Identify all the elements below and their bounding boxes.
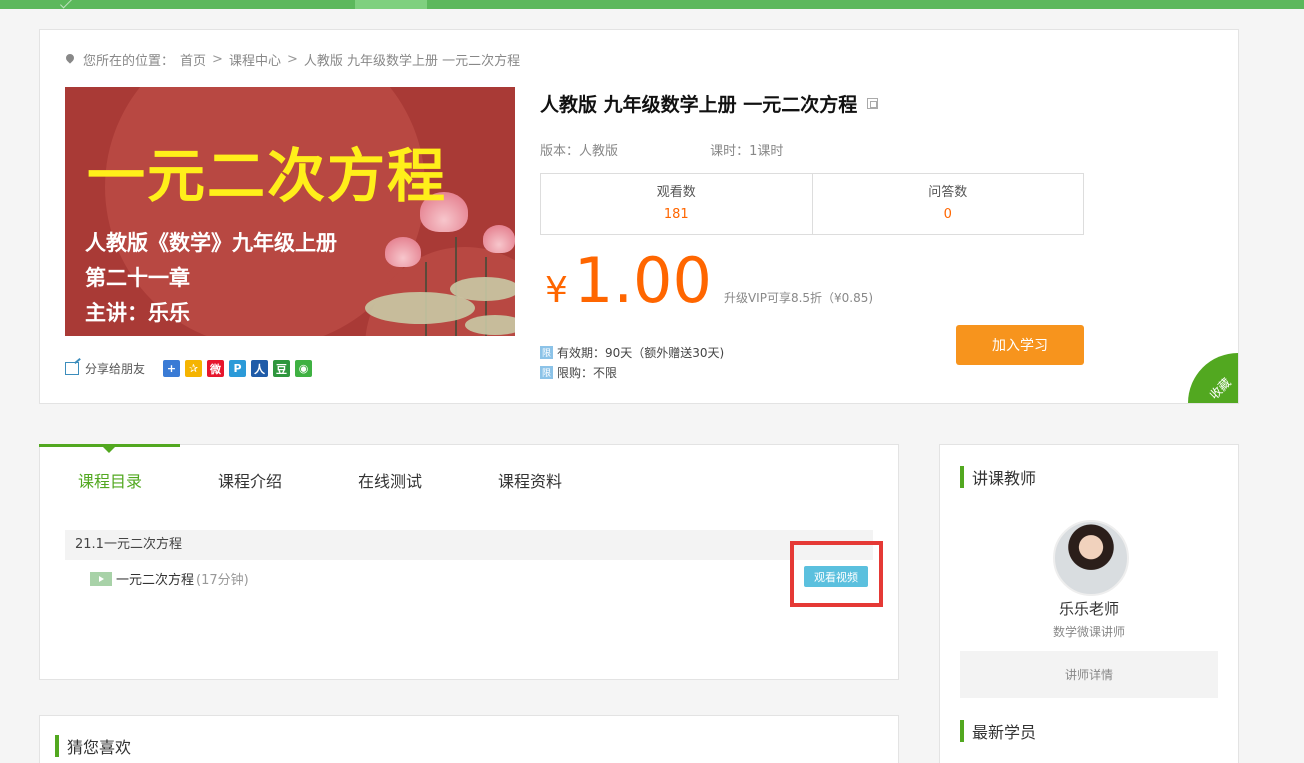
share-label[interactable]: 分享给朋友 <box>85 360 145 377</box>
teacher-heading: 讲课教师 <box>960 465 1036 489</box>
lesson-duration: (17分钟) <box>196 573 249 588</box>
copy-icon[interactable] <box>867 98 879 109</box>
cover-chapter: 第二十一章 <box>85 266 190 290</box>
renren-icon[interactable]: 人 <box>251 360 269 377</box>
purchase-limit-row: 限 限购：不限 <box>540 364 617 381</box>
breadcrumb-separator: > <box>286 52 298 67</box>
cover-subtitle: 人教版《数学》九年级上册 <box>85 231 337 255</box>
validity-row: 限 有效期：90天（额外赠送30天) <box>540 344 724 361</box>
chapter-row: 21.1一元二次方程 <box>65 530 873 560</box>
add-share-icon[interactable]: + <box>163 360 181 377</box>
teacher-card: 讲课教师 乐乐老师 数学微课讲师 讲师详情 最新学员 <box>939 444 1239 763</box>
breadcrumb-separator: > <box>212 52 223 67</box>
lesson-row[interactable]: 一元二次方程 (17分钟) <box>90 569 249 588</box>
breadcrumb-course-center[interactable]: 课程中心 <box>229 50 281 69</box>
lesson-title[interactable]: 一元二次方程 <box>116 569 194 588</box>
lesson-count-text: 课时：1课时 <box>710 144 784 159</box>
join-study-button[interactable]: 加入学习 <box>956 325 1084 365</box>
nav-active-segment[interactable] <box>355 0 427 9</box>
teacher-name[interactable]: 乐乐老师 <box>940 598 1238 619</box>
tab-materials[interactable]: 课程资料 <box>498 468 562 492</box>
questions-label: 问答数 <box>928 185 968 200</box>
students-title: 最新学员 <box>972 723 1037 742</box>
play-icon[interactable] <box>90 571 112 586</box>
recommendations-card: 猜您喜欢 <box>39 715 899 763</box>
price-amount: 1.00 <box>573 244 712 317</box>
top-nav-bar <box>0 0 1304 9</box>
questions-value: 0 <box>943 207 952 222</box>
course-title: 人教版 九年级数学上册 一元二次方程 <box>540 94 858 116</box>
cover-title: 一元二次方程 <box>87 142 448 210</box>
breadcrumb: 您所在的位置： 首页 > 课程中心 > 人教版 九年级数学上册 一元二次方程 <box>65 50 520 69</box>
nav-chevron-icon <box>59 0 73 9</box>
teacher-detail-button[interactable]: 讲师详情 <box>960 651 1218 698</box>
recommendations-heading: 猜您喜欢 <box>55 734 131 758</box>
views-label: 观看数 <box>656 185 696 200</box>
course-title-row: 人教版 九年级数学上册 一元二次方程 <box>540 90 879 117</box>
tab-intro[interactable]: 课程介绍 <box>218 468 282 492</box>
heading-accent-bar <box>960 466 964 488</box>
teacher-role: 数学微课讲师 <box>1052 625 1125 639</box>
questions-stat: 问答数 0 <box>811 174 1084 234</box>
recommendations-title: 猜您喜欢 <box>67 738 132 757</box>
teacher-section-title: 讲课教师 <box>972 469 1037 488</box>
tencent-weibo-icon[interactable]: P <box>229 360 247 377</box>
course-meta: 版本：人教版 课时：1课时 <box>540 140 783 159</box>
currency-symbol: ¥ <box>545 270 568 311</box>
wechat-icon[interactable]: ◉ <box>295 360 313 377</box>
limit-icon: 限 <box>540 366 553 379</box>
heading-accent-bar <box>55 735 59 757</box>
douban-icon[interactable]: 豆 <box>273 360 291 377</box>
course-tabs: 课程目录 课程介绍 在线测试 课程资料 <box>39 444 898 511</box>
course-content-card: 课程目录 课程介绍 在线测试 课程资料 21.1一元二次方程 一元二次方程 (1… <box>39 444 899 680</box>
hourglass-icon: 限 <box>540 346 553 359</box>
students-heading: 最新学员 <box>960 719 1036 743</box>
social-share-icons: + ✰ 微 P 人豆 ◉ <box>163 360 313 377</box>
teacher-avatar[interactable] <box>1053 520 1129 596</box>
location-pin-icon <box>65 54 75 66</box>
course-cover-image: 一元二次方程 人教版《数学》九年级上册 第二十一章 主讲：乐乐 <box>65 87 515 336</box>
weibo-icon[interactable]: 微 <box>207 360 225 377</box>
breadcrumb-home[interactable]: 首页 <box>180 50 206 69</box>
price-block: ¥ 1.00 升级VIP可享8.5折（¥0.85) <box>545 244 873 317</box>
breadcrumb-prefix: 您所在的位置： <box>83 54 175 69</box>
course-summary-card: 您所在的位置： 首页 > 课程中心 > 人教版 九年级数学上册 一元二次方程 一… <box>39 29 1239 404</box>
active-tab-indicator <box>39 444 180 453</box>
share-icon[interactable] <box>65 362 79 375</box>
qzone-icon[interactable]: ✰ <box>185 360 203 377</box>
breadcrumb-current: 人教版 九年级数学上册 一元二次方程 <box>303 54 521 69</box>
views-value: 181 <box>663 207 689 222</box>
validity-text: 有效期：90天（额外赠送30天) <box>557 346 725 360</box>
edition-text: 版本：人教版 <box>540 144 619 159</box>
tab-catalog[interactable]: 课程目录 <box>78 468 142 492</box>
watch-video-button[interactable]: 观看视频 <box>804 566 868 587</box>
share-bar: 分享给朋友 + ✰ 微 P 人豆 ◉ <box>65 360 313 377</box>
purchase-limit-text: 限购：不限 <box>557 366 618 380</box>
cover-lecturer: 主讲：乐乐 <box>85 301 190 325</box>
vip-discount-note[interactable]: 升级VIP可享8.5折（¥0.85) <box>724 289 873 306</box>
views-stat: 观看数 181 <box>541 174 812 234</box>
course-stats: 观看数 181 问答数 0 <box>540 173 1084 235</box>
tab-online-test[interactable]: 在线测试 <box>358 468 422 492</box>
heading-accent-bar <box>960 720 964 742</box>
